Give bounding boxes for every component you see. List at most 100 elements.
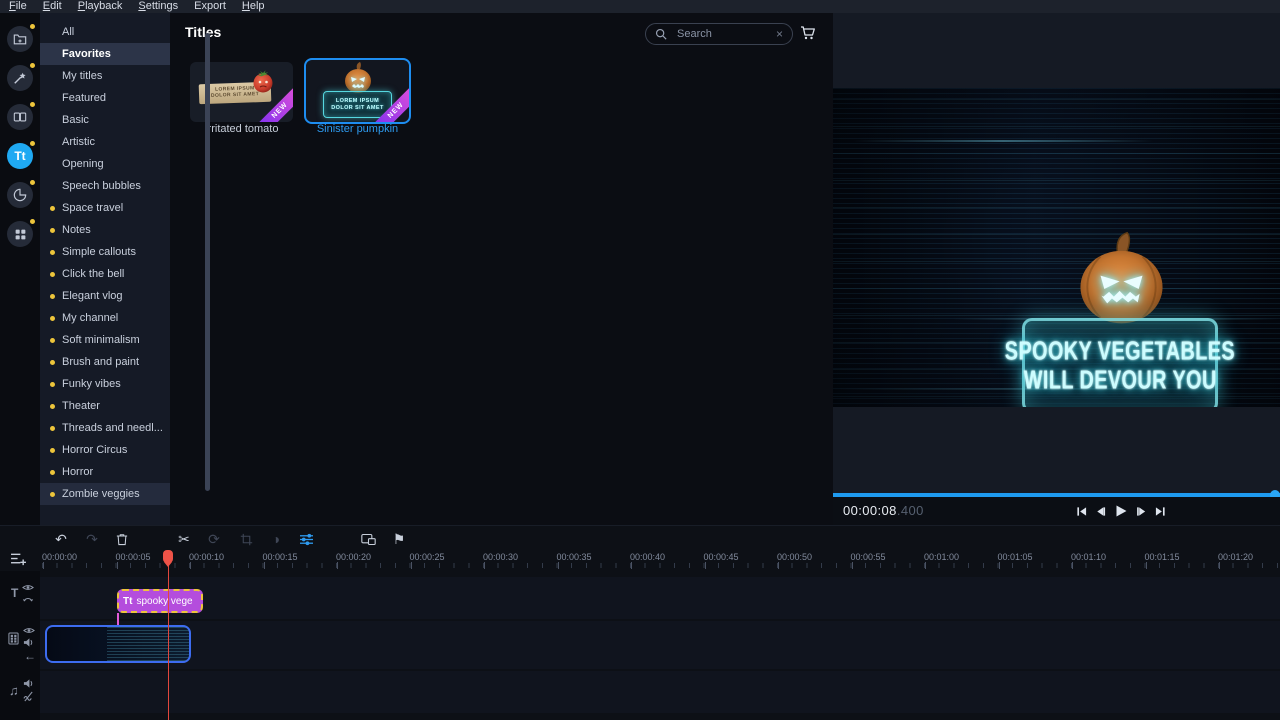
menu-item[interactable]: File <box>9 0 27 13</box>
category-item[interactable]: Artistic <box>40 131 170 153</box>
category-item[interactable]: Funky vibes <box>40 373 170 395</box>
playback-bar: 00:00:08.400 <box>833 497 1280 525</box>
transitions-button[interactable] <box>7 104 33 130</box>
search-input[interactable] <box>675 27 768 41</box>
category-label: Featured <box>62 92 106 104</box>
category-item[interactable]: Favorites <box>40 43 170 65</box>
title-track-icon: T <box>11 586 18 600</box>
video-clip[interactable] <box>45 625 191 663</box>
category-label: Zombie veggies <box>62 488 140 500</box>
undo-button[interactable]: ↶ <box>52 531 70 547</box>
grid-icon <box>14 228 27 241</box>
playback-controls <box>1076 497 1166 525</box>
category-item[interactable]: Space travel <box>40 197 170 219</box>
audio-track-wave-off-icon[interactable] <box>23 691 34 702</box>
filters-button[interactable] <box>7 65 33 91</box>
video-track-back-arrow-icon[interactable]: ← <box>24 650 36 662</box>
new-category-dot <box>50 492 55 497</box>
ruler-time-label: 00:00:05 <box>116 552 151 562</box>
clear-search-icon[interactable]: × <box>776 28 783 40</box>
category-item[interactable]: My titles <box>40 65 170 87</box>
titles-button[interactable]: Tt <box>7 143 33 169</box>
video-track-mute-speaker-icon[interactable] <box>23 637 34 648</box>
category-item[interactable]: Notes <box>40 219 170 241</box>
ruler-time-label: 00:00:00 <box>42 552 77 562</box>
menu-item[interactable]: Export <box>194 0 226 13</box>
stickers-button[interactable] <box>7 182 33 208</box>
category-item[interactable]: Simple callouts <box>40 241 170 263</box>
category-item[interactable]: Horror Circus <box>40 439 170 461</box>
title-track-visibility-eye-icon[interactable] <box>22 583 34 592</box>
video-track[interactable] <box>40 621 1280 669</box>
title-track[interactable] <box>40 577 1280 619</box>
category-item[interactable]: Theater <box>40 395 170 417</box>
cut-button[interactable]: ✂ <box>175 531 193 547</box>
category-item[interactable]: Basic <box>40 109 170 131</box>
sidebar-scrollbar[interactable] <box>205 33 210 491</box>
category-item[interactable]: Featured <box>40 87 170 109</box>
ruler-time-label: 00:00:30 <box>483 552 518 562</box>
category-item[interactable]: Horror <box>40 461 170 483</box>
category-item[interactable]: Threads and needl... <box>40 417 170 439</box>
crop-button[interactable] <box>237 531 255 547</box>
new-category-dot <box>50 382 55 387</box>
store-cart-icon[interactable] <box>800 26 816 40</box>
title-clip[interactable]: Tt spooky vege <box>117 589 203 613</box>
preview-video-frame: SPOOKY VEGETABLES WILL DEVOUR YOU <box>833 88 1280 407</box>
audio-track[interactable] <box>40 671 1280 713</box>
category-label: Brush and paint <box>62 356 139 368</box>
category-item[interactable]: All <box>40 21 170 43</box>
redo-button[interactable]: ↷ <box>83 531 101 547</box>
category-item[interactable]: Zombie veggies <box>40 483 170 505</box>
timeline-panel: ↶ ↷ ✂ ⟳ ◑ ⚑ 00:00:0000:00:0500:00:1000:0… <box>0 525 1280 720</box>
skip-to-end-button[interactable] <box>1155 506 1166 517</box>
clip-properties-button[interactable] <box>297 531 315 547</box>
new-badge-dot <box>30 63 35 68</box>
previous-frame-button[interactable] <box>1095 506 1106 517</box>
menu-item[interactable]: Help <box>242 0 265 13</box>
audio-track-mute-speaker-icon[interactable] <box>23 678 34 689</box>
category-item[interactable]: Speech bubbles <box>40 175 170 197</box>
playhead-line <box>168 550 169 720</box>
menu-item[interactable]: Settings <box>138 0 178 13</box>
ruler-time-label: 00:00:15 <box>263 552 298 562</box>
skip-to-start-button[interactable] <box>1076 506 1087 517</box>
category-item[interactable]: Click the bell <box>40 263 170 285</box>
category-item[interactable]: Brush and paint <box>40 351 170 373</box>
sign-text: DOLOR SIT AMET <box>331 105 383 112</box>
titles-icon: Tt <box>14 149 25 163</box>
video-track-icon <box>8 632 19 645</box>
color-adjustments-button[interactable]: ◑ <box>267 531 285 547</box>
timeline-ruler[interactable]: 00:00:0000:00:0500:00:1000:00:1500:00:20… <box>0 549 1280 571</box>
title-clip-label: spooky vege <box>136 596 192 607</box>
ruler-time-label: 00:00:25 <box>410 552 445 562</box>
play-button[interactable] <box>1114 504 1128 518</box>
page-title: Titles <box>185 24 221 40</box>
category-item[interactable]: Elegant vlog <box>40 285 170 307</box>
import-media-button[interactable] <box>7 26 33 52</box>
category-label: Theater <box>62 400 100 412</box>
title-card-sinister-pumpkin[interactable]: LOREM IPSUM DOLOR SIT AMET NEW <box>304 58 411 124</box>
rotate-button[interactable]: ⟳ <box>205 531 223 547</box>
overlay-clip-button[interactable] <box>359 531 377 547</box>
new-badge-dot <box>30 24 35 29</box>
overlay-text-line: WILL DEVOUR YOU <box>1023 365 1216 396</box>
video-track-visibility-eye-icon[interactable] <box>23 626 35 635</box>
category-item[interactable]: Opening <box>40 153 170 175</box>
menu-item[interactable]: Edit <box>43 0 62 13</box>
marker-flag-button[interactable]: ⚑ <box>390 531 408 547</box>
category-label: Speech bubbles <box>62 180 141 192</box>
title-clip-icon: Tt <box>123 596 132 607</box>
delete-button[interactable] <box>113 531 131 547</box>
more-tools-button[interactable] <box>7 221 33 247</box>
menu-item[interactable]: Playback <box>78 0 123 13</box>
category-label: Notes <box>62 224 91 236</box>
category-item[interactable]: Soft minimalism <box>40 329 170 351</box>
title-track-link-icon[interactable] <box>22 595 34 604</box>
timecode-ms: .400 <box>897 503 924 518</box>
playhead-marker[interactable] <box>163 550 173 563</box>
next-frame-button[interactable] <box>1136 506 1147 517</box>
category-item[interactable]: My channel <box>40 307 170 329</box>
timecode-main: 00:00:08 <box>843 503 897 518</box>
category-label: My channel <box>62 312 118 324</box>
